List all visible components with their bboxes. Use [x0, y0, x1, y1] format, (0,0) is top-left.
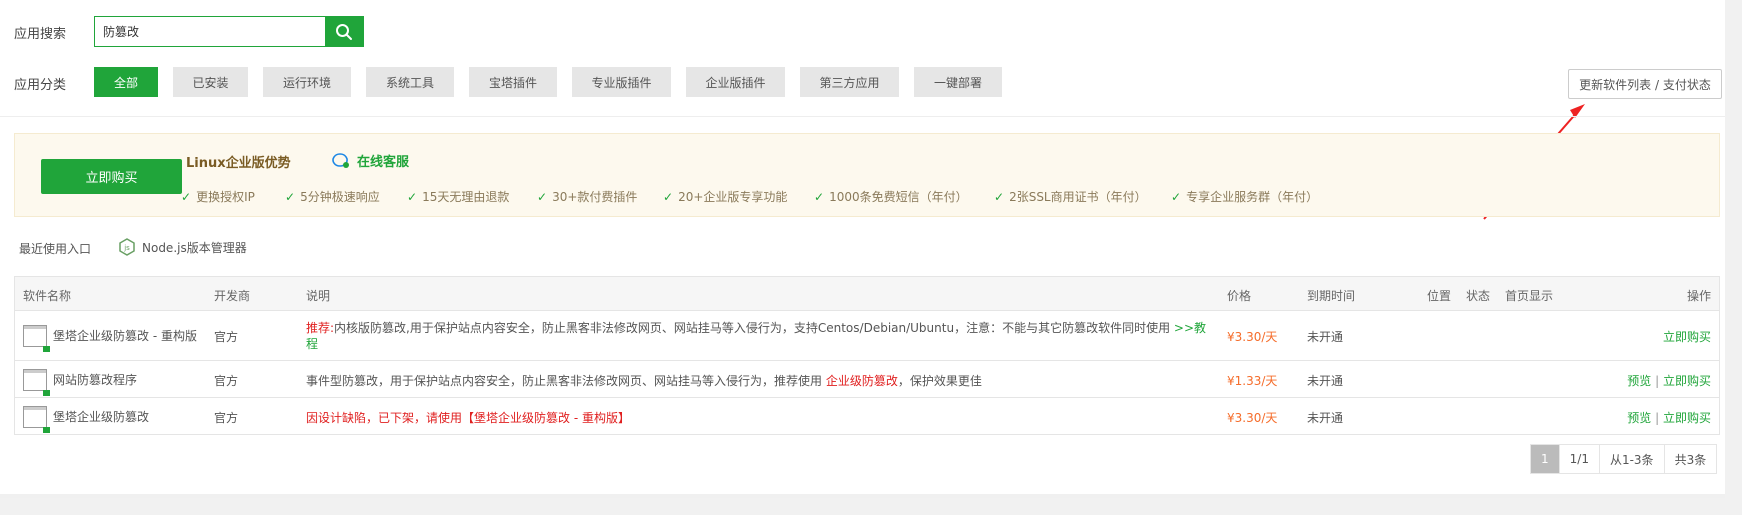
search-icon	[336, 23, 352, 40]
promo-feature: ✓ 15天无理由退款	[407, 189, 510, 205]
check-icon: ✓	[994, 189, 1005, 204]
buy-now-link[interactable]: 立即购买	[1663, 328, 1711, 345]
software-icon	[23, 406, 50, 433]
category-label: 应用分类	[14, 78, 67, 93]
promo-feature: ✓ 更换授权IP	[181, 189, 255, 205]
software-dev: 官方	[214, 411, 239, 425]
buy-now-link[interactable]: 立即购买	[1663, 411, 1711, 425]
online-service-link[interactable]: 在线客服	[331, 151, 409, 170]
nodejs-icon: js	[119, 238, 135, 256]
column-header-action: 操作	[1686, 289, 1711, 303]
recent-entry-nodejs[interactable]: js Node.js版本管理器	[118, 238, 247, 256]
table-row: 堡塔企业级防篡改 - 重构版 官方 推荐:内核版防篡改,用于保护站点内容安全，防…	[15, 311, 1719, 361]
software-name: 堡塔企业级防篡改 - 重构版	[53, 329, 197, 343]
horizontal-scrollbar[interactable]	[0, 498, 1742, 515]
buy-now-link[interactable]: 立即购买	[1663, 374, 1711, 388]
table-row: 网站防篡改程序 官方 事件型防篡改，用于保护站点内容安全，防止黑客非法修改网页、…	[15, 361, 1719, 398]
software-name: 网站防篡改程序	[53, 373, 138, 387]
column-header-price: 价格	[1227, 289, 1252, 303]
promo-feature: ✓ 专享企业服务群（年付）	[1171, 189, 1319, 205]
page-range: 从1-3条	[1600, 445, 1665, 473]
check-icon: ✓	[814, 189, 825, 204]
column-header-home: 首页显示	[1505, 289, 1554, 303]
category-tab-third-party[interactable]: 第三方应用	[800, 67, 899, 97]
promo-feature: ✓ 30+款付费插件	[537, 189, 638, 205]
software-icon	[23, 325, 50, 352]
column-header-dev: 开发商	[214, 289, 251, 303]
category-tab-pro-plugins[interactable]: 专业版插件	[572, 67, 671, 97]
software-name: 堡塔企业级防篡改	[53, 410, 150, 424]
buy-now-button[interactable]: 立即购买	[41, 159, 182, 194]
software-price: ¥3.30/天	[1227, 330, 1278, 344]
promo-feature: ✓ 1000条免费短信（年付）	[814, 189, 968, 205]
online-service-label: 在线客服	[357, 155, 410, 170]
enterprise-tamper-link[interactable]: 企业级防篡改	[826, 374, 898, 388]
software-price: ¥3.30/天	[1227, 411, 1278, 425]
category-tab-bt-plugins[interactable]: 宝塔插件	[469, 67, 557, 97]
table-header: 软件名称 开发商 说明 价格 到期时间 位置 状态 首页显示 操作	[15, 277, 1719, 311]
promo-feature: ✓ 5分钟极速响应	[285, 189, 380, 205]
software-expire: 未开通	[1307, 330, 1344, 344]
software-dev: 官方	[214, 374, 239, 388]
recent-entry-text: Node.js版本管理器	[142, 240, 247, 255]
check-icon: ✓	[1171, 189, 1182, 204]
row-actions: 预览 | 立即购买	[1627, 374, 1711, 388]
software-table: 软件名称 开发商 说明 价格 到期时间 位置 状态 首页显示 操作 堡塔企业级防…	[14, 276, 1720, 435]
table-row: 堡塔企业级防篡改 官方 因设计缺陷，已下架，请使用【堡塔企业级防篡改 - 重构版…	[15, 398, 1719, 434]
page-total: 共3条	[1674, 452, 1707, 467]
page-count: 1/1	[1560, 445, 1600, 473]
refresh-list-button[interactable]: 更新软件列表 / 支付状态	[1568, 69, 1722, 99]
category-tab-all[interactable]: 全部	[94, 67, 158, 97]
enterprise-promo-banner: 立即购买 Linux企业版优势 在线客服 ✓ 更换授权IP ✓ 5分钟极速响应 ✓ 1…	[14, 133, 1720, 217]
recent-entry-label: 最近使用入口	[19, 242, 92, 256]
promo-feature: ✓ 2张SSL商用证书（年付）	[994, 189, 1147, 205]
header-divider	[0, 116, 1742, 117]
column-header-location: 位置	[1427, 289, 1452, 303]
promo-title: Linux企业版优势	[186, 156, 291, 171]
category-tabs: 全部 已安装 运行环境 系统工具 宝塔插件 专业版插件 企业版插件 第三方应用 …	[94, 67, 1002, 97]
software-desc: 因设计缺陷，已下架，请使用【堡塔企业级防篡改 - 重构版】	[306, 411, 630, 425]
software-icon	[23, 369, 50, 396]
search-button[interactable]	[325, 17, 363, 46]
category-tab-enterprise-plugins[interactable]: 企业版插件	[686, 67, 785, 97]
promo-feature: ✓ 20+企业版专享功能	[663, 189, 788, 205]
page-current[interactable]: 1	[1531, 445, 1560, 473]
check-icon: ✓	[537, 189, 548, 204]
check-icon: ✓	[181, 189, 192, 204]
svg-text:js: js	[123, 244, 130, 252]
column-header-expire: 到期时间	[1307, 289, 1356, 303]
software-expire: 未开通	[1307, 411, 1344, 425]
promo-feature-list: ✓ 更换授权IP ✓ 5分钟极速响应 ✓ 15天无理由退款 ✓ 30+款付费插件 ✓ 20…	[181, 188, 1331, 205]
search-input[interactable]	[95, 17, 325, 46]
software-desc: 推荐:内核版防篡改,用于保护站点内容安全，防止黑客非法修改网页、网站挂马等入侵行…	[306, 321, 1207, 351]
pagination: 1 1/1 从1-3条 共3条	[1530, 444, 1718, 474]
category-tab-one-click-deploy[interactable]: 一键部署	[914, 67, 1002, 97]
category-tab-installed[interactable]: 已安装	[173, 67, 248, 97]
search-label: 应用搜索	[14, 27, 67, 42]
chat-icon	[332, 152, 349, 168]
column-header-status: 状态	[1466, 289, 1491, 303]
check-icon: ✓	[663, 189, 674, 204]
check-icon: ✓	[285, 189, 296, 204]
category-tab-runtime[interactable]: 运行环境	[263, 67, 351, 97]
software-expire: 未开通	[1307, 374, 1344, 388]
search-box	[94, 16, 364, 47]
preview-link[interactable]: 预览	[1627, 411, 1651, 425]
software-dev: 官方	[214, 330, 239, 344]
check-icon: ✓	[407, 189, 418, 204]
software-price: ¥1.33/天	[1227, 374, 1278, 388]
row-actions: 预览 | 立即购买	[1627, 411, 1711, 425]
category-tab-system-tools[interactable]: 系统工具	[366, 67, 454, 97]
column-header-desc: 说明	[306, 289, 331, 303]
vertical-scrollbar[interactable]	[1725, 0, 1742, 515]
software-store-panel: 应用搜索 应用分类 全部 已安装 运行环境 系统工具 宝塔插件 专业版插件 企业…	[0, 0, 1742, 494]
preview-link[interactable]: 预览	[1627, 374, 1651, 388]
column-header-name: 软件名称	[23, 289, 72, 303]
software-desc: 事件型防篡改，用于保护站点内容安全，防止黑客非法修改网页、网站挂马等入侵行为，推…	[306, 374, 982, 388]
